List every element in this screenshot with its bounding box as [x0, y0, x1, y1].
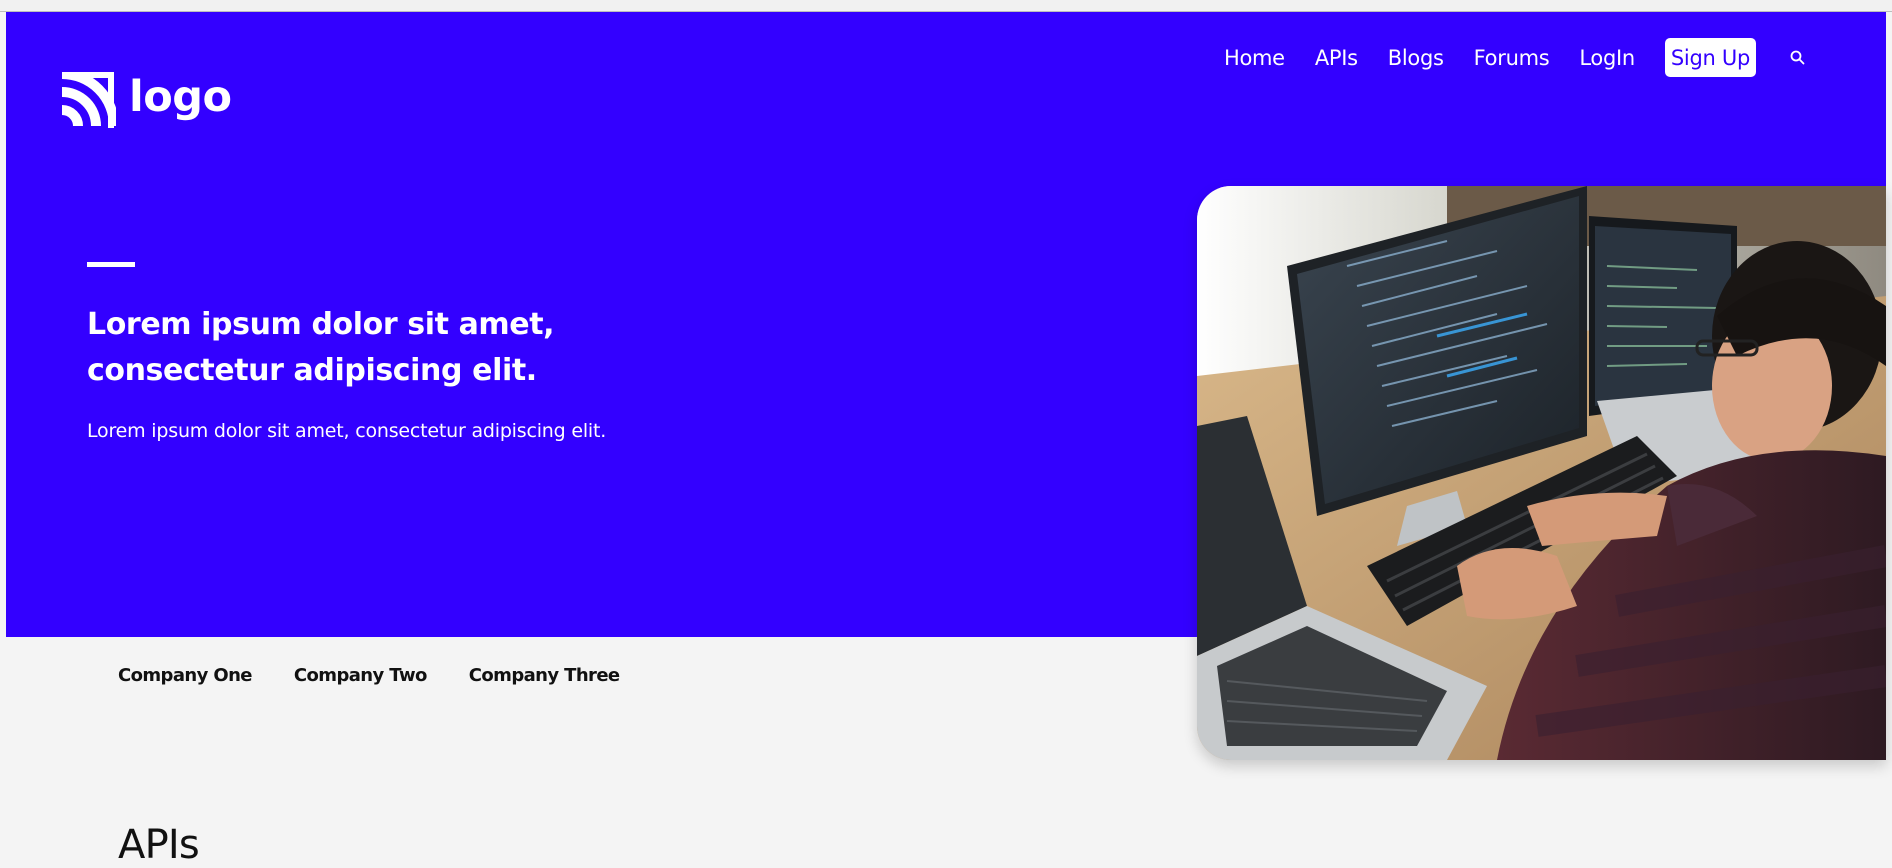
main-nav: Home APIs Blogs Forums LogIn Sign Up — [1224, 38, 1806, 77]
hero-headline: Lorem ipsum dolor sit amet, consectetur … — [87, 307, 555, 388]
logo-text: logo — [129, 71, 232, 122]
signup-button[interactable]: Sign Up — [1664, 38, 1756, 77]
hero-subheadline: Lorem ipsum dolor sit amet, consectetur … — [87, 420, 607, 442]
company-three-label: Company Three — [468, 665, 620, 686]
search-icon[interactable] — [1788, 49, 1806, 67]
nav-apis[interactable]: APIs — [1315, 46, 1358, 70]
accent-dash — [87, 262, 135, 267]
browser-top-strip — [0, 0, 1892, 12]
hero-photo-developer-at-computer — [1197, 186, 1886, 760]
brand-logo[interactable]: logo — [60, 72, 232, 128]
company-one-label: Company One — [118, 665, 253, 686]
company-logos-row: Company One Company Two Company Three — [118, 665, 620, 686]
nav-login[interactable]: LogIn — [1579, 46, 1635, 70]
nav-forums[interactable]: Forums — [1474, 46, 1550, 70]
logo-mark-icon — [60, 72, 116, 128]
nav-blogs[interactable]: Blogs — [1388, 46, 1444, 70]
company-two-label: Company Two — [293, 665, 427, 686]
apis-section-title: APIs — [118, 822, 200, 868]
nav-home[interactable]: Home — [1224, 46, 1285, 70]
